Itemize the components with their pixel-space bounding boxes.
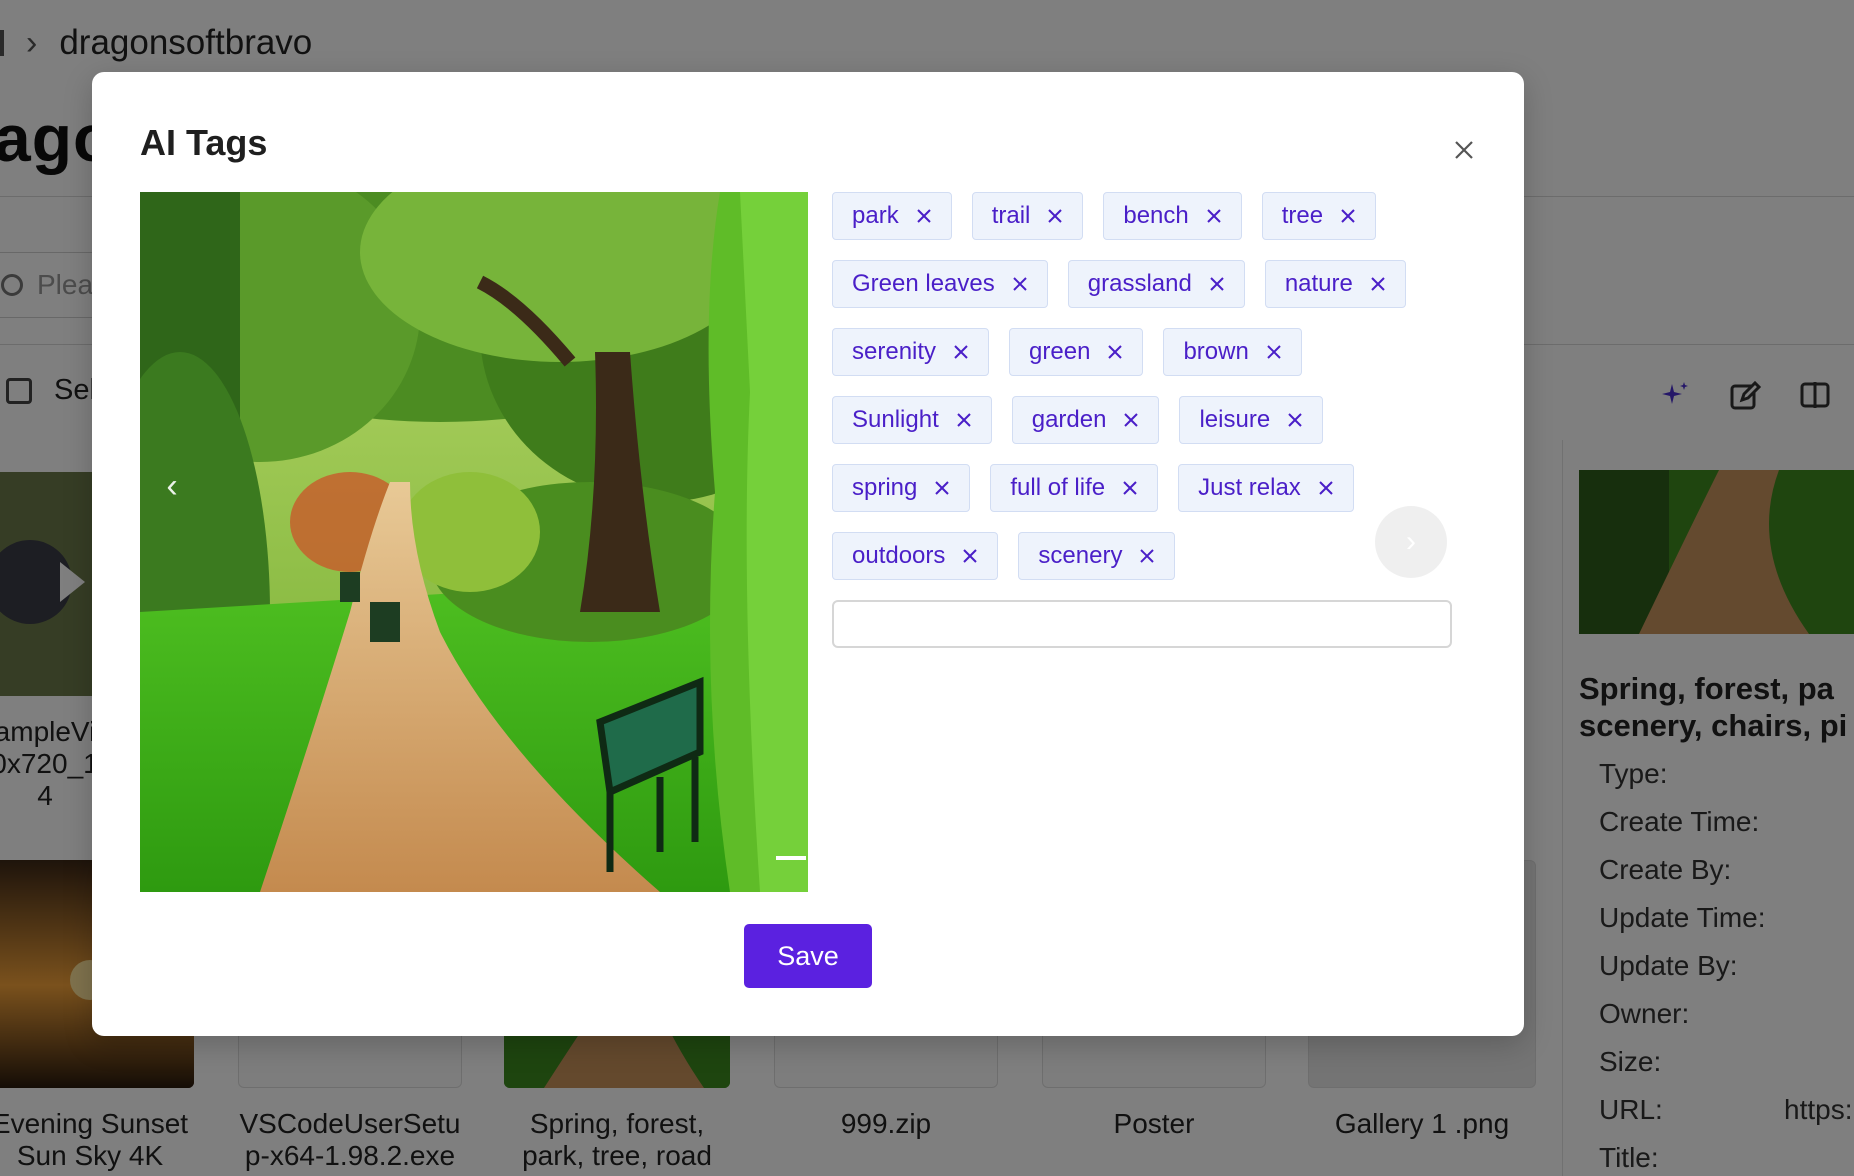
- remove-tag-icon[interactable]: [1265, 343, 1283, 361]
- close-button[interactable]: [1444, 130, 1484, 170]
- remove-tag-icon[interactable]: [1046, 207, 1064, 225]
- tag-chip: grassland: [1067, 260, 1245, 308]
- new-tag-input[interactable]: [832, 600, 1452, 648]
- close-icon: [1455, 141, 1473, 159]
- remove-tag-icon[interactable]: [933, 479, 951, 497]
- tag-label: scenery: [1038, 542, 1123, 569]
- tag-label: outdoors: [852, 542, 946, 569]
- tag-chip: Green leaves: [832, 260, 1048, 308]
- remove-tag-icon[interactable]: [1106, 343, 1124, 361]
- tag-chip: tree: [1261, 192, 1377, 240]
- tag-chip: leisure: [1179, 396, 1324, 444]
- remove-tag-icon[interactable]: [1122, 411, 1140, 429]
- park-photo: [140, 192, 808, 892]
- chevron-right-icon: ›: [1406, 525, 1416, 558]
- remove-tag-icon[interactable]: [952, 343, 970, 361]
- tag-chip: serenity: [832, 328, 990, 376]
- ai-tags-modal: AI Tags ‹ park trail bench tree Green le…: [92, 72, 1524, 1036]
- remove-tag-icon[interactable]: [1205, 207, 1223, 225]
- remove-tag-icon[interactable]: [1286, 411, 1304, 429]
- tag-chip: brown: [1163, 328, 1302, 376]
- tag-label: nature: [1284, 270, 1353, 297]
- remove-tag-icon[interactable]: [1369, 275, 1387, 293]
- tag-chip: Sunlight: [832, 396, 992, 444]
- tag-chip: park: [832, 192, 952, 240]
- tag-label: park: [852, 202, 899, 229]
- tag-chip: full of life: [990, 464, 1159, 512]
- image-preview: [140, 192, 808, 892]
- remove-tag-icon[interactable]: [1208, 275, 1226, 293]
- remove-tag-icon[interactable]: [1339, 207, 1357, 225]
- remove-tag-icon[interactable]: [1121, 479, 1139, 497]
- tag-label: Green leaves: [852, 270, 995, 297]
- tag-label: bench: [1123, 202, 1189, 229]
- remove-tag-icon[interactable]: [1138, 547, 1156, 565]
- tag-label: garden: [1031, 406, 1107, 433]
- tag-label: Just relax: [1198, 474, 1301, 501]
- tag-chip: garden: [1011, 396, 1160, 444]
- tag-label: tree: [1281, 202, 1324, 229]
- tag-row: Sunlight garden leisure: [832, 396, 1472, 444]
- tag-label: spring: [852, 474, 918, 501]
- tag-chip: green: [1009, 328, 1144, 376]
- tag-label: grassland: [1087, 270, 1192, 297]
- tag-chip: trail: [971, 192, 1084, 240]
- tag-row: serenity green brown: [832, 328, 1472, 376]
- tag-label: full of life: [1010, 474, 1106, 501]
- tag-chip: outdoors: [832, 532, 999, 580]
- tag-chip: bench: [1103, 192, 1242, 240]
- tag-label: brown: [1183, 338, 1249, 365]
- tag-label: Sunlight: [852, 406, 939, 433]
- tag-row: park trail bench tree: [832, 192, 1472, 240]
- tag-label: leisure: [1199, 406, 1271, 433]
- remove-tag-icon[interactable]: [1011, 275, 1029, 293]
- remove-tag-icon[interactable]: [915, 207, 933, 225]
- tag-chip: spring: [832, 464, 971, 512]
- tag-chip: nature: [1264, 260, 1406, 308]
- tag-label: trail: [991, 202, 1031, 229]
- remove-tag-icon[interactable]: [955, 411, 973, 429]
- remove-tag-icon[interactable]: [961, 547, 979, 565]
- carousel-indicator[interactable]: [776, 856, 806, 860]
- tag-chip: scenery: [1018, 532, 1176, 580]
- modal-title: AI Tags: [140, 122, 268, 163]
- remove-tag-icon[interactable]: [1317, 479, 1335, 497]
- carousel-prev-button[interactable]: ‹: [152, 466, 192, 506]
- save-button[interactable]: Save: [744, 924, 872, 988]
- tag-chip: Just relax: [1178, 464, 1354, 512]
- tag-row: spring full of life Just relax: [832, 464, 1472, 512]
- tag-label: serenity: [852, 338, 937, 365]
- tag-label: green: [1029, 338, 1091, 365]
- tag-row: Green leaves grassland nature: [832, 260, 1472, 308]
- carousel-next-button[interactable]: ›: [1375, 506, 1447, 578]
